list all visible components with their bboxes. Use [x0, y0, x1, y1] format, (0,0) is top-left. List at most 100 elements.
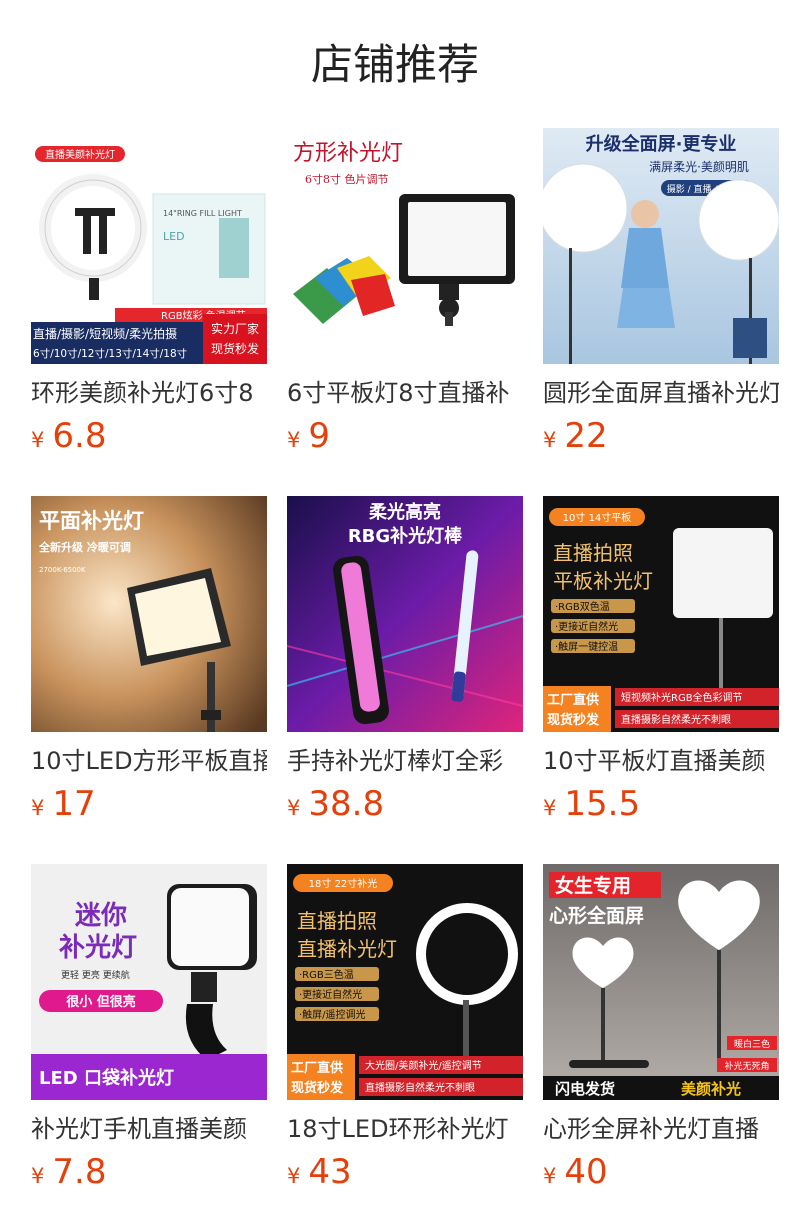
product-card[interactable]: 平面补光灯 全新升级 冷暖可调 2700K-6500K 10寸LED方形平板直播… [31, 496, 267, 836]
store-recommendations-page: 店铺推荐 直播美颜补光灯 14"RING FILL LIGHT LED RGB炫… [0, 0, 790, 1232]
image-promo-2: 现货秒发 [211, 341, 259, 356]
product-name[interactable]: 补光灯手机直播美颜 [31, 1112, 267, 1146]
product-image-light-wand[interactable]: 柔光高亮 RBG补光灯棒 [287, 496, 523, 732]
product-name[interactable]: 心形全屏补光灯直播 [543, 1112, 779, 1146]
image-feature-2: ·更接近自然光 [299, 988, 362, 1001]
product-price: ¥40 [543, 1152, 608, 1192]
image-headline-2: 心形全面屏 [549, 904, 644, 927]
image-factory: 工厂直供 [291, 1060, 343, 1076]
image-strip-2: 直播摄影自然柔光不刺眼 [365, 1081, 475, 1094]
currency-symbol: ¥ [31, 1164, 45, 1188]
currency-symbol: ¥ [31, 796, 45, 820]
currency-symbol: ¥ [543, 428, 557, 452]
image-headline-1: 女生专用 [555, 874, 631, 897]
image-headline: 升级全面屏·更专业 [586, 133, 737, 155]
product-card[interactable]: 迷你 补光灯 更轻 更亮 更续航 很小 但很亮 LED 口袋补光灯 补光灯手机直… [31, 864, 267, 1204]
product-price: ¥17 [31, 784, 96, 824]
image-ship: 现货秒发 [547, 712, 600, 728]
image-strip-1: 短视频补光RGB全色彩调节 [621, 691, 743, 704]
product-name[interactable]: 手持补光灯棒灯全彩 [287, 744, 523, 778]
image-strip-1: 大光圈/美颜补光/遥控调节 [365, 1059, 482, 1072]
price-value: 22 [564, 416, 608, 456]
image-feature-2: ·更接近自然光 [555, 620, 618, 633]
currency-symbol: ¥ [287, 1164, 301, 1188]
product-price: ¥22 [543, 416, 608, 456]
product-card[interactable]: 升级全面屏·更专业 满屏柔光·美颜明肌 摄影 / 直播 / 短视频 圆形全面屏直… [543, 128, 779, 468]
image-factory: 工厂直供 [547, 692, 599, 708]
product-price: ¥7.8 [31, 1152, 106, 1192]
image-line-2: RBG补光灯棒 [348, 525, 463, 547]
currency-symbol: ¥ [543, 796, 557, 820]
image-headline: 方形补光灯 [293, 141, 403, 166]
image-bottom-left: 闪电发货 [555, 1080, 615, 1098]
image-features: 直播/摄影/短视频/柔光拍摄 [33, 326, 177, 341]
image-sizes: 6寸/10寸/12寸/13寸/14寸/18寸 [33, 347, 187, 360]
product-name[interactable]: 圆形全面屏直播补光灯 [543, 376, 779, 410]
price-value: 38.8 [308, 784, 385, 824]
image-tag: 10寸 14寸平板 [563, 511, 632, 524]
price-value: 6.8 [52, 416, 107, 456]
image-tag: 直播美颜补光灯 [45, 148, 115, 161]
image-tag: 18寸 22寸补光 [309, 877, 378, 890]
image-headline-1: 直播拍照 [297, 909, 377, 933]
image-feature-3: ·触屏一键控温 [555, 640, 618, 653]
image-subline: 6寸8寸 色片调节 [305, 172, 389, 186]
price-value: 17 [52, 784, 96, 824]
image-headline-1: 直播拍照 [553, 541, 633, 565]
product-name[interactable]: 6寸平板灯8寸直播补 [287, 376, 523, 410]
image-headline-2: 平板补光灯 [553, 569, 653, 593]
currency-symbol: ¥ [31, 428, 45, 452]
currency-symbol: ¥ [287, 428, 301, 452]
image-subline: 全新升级 冷暖可调 [38, 540, 131, 554]
product-card[interactable]: 女生专用 心形全面屏 暖白三色 补光无死角 闪电发货 美颜补光 心形全屏补光灯直 [543, 864, 779, 1204]
image-line-1: 柔光高亮 [369, 501, 441, 523]
product-price: ¥6.8 [31, 416, 106, 456]
price-value: 7.8 [52, 1152, 107, 1192]
product-price: ¥43 [287, 1152, 352, 1192]
product-name[interactable]: 环形美颜补光灯6寸8 [31, 376, 267, 410]
image-badge-1: 暖白三色 [734, 1038, 770, 1050]
image-headline-2: 补光灯 [59, 933, 137, 963]
price-value: 15.5 [564, 784, 641, 824]
image-spec: 2700K-6500K [39, 566, 86, 574]
product-name[interactable]: 10寸平板灯直播美颜 [543, 744, 779, 778]
page-title: 店铺推荐 [310, 40, 479, 89]
image-features: 更轻 更亮 更续航 [61, 969, 130, 981]
product-image-flat-panel[interactable]: 平面补光灯 全新升级 冷暖可调 2700K-6500K [31, 496, 267, 732]
image-ship: 现货秒发 [291, 1080, 344, 1096]
product-image-round-light-model[interactable]: 升级全面屏·更专业 满屏柔光·美颜明肌 摄影 / 直播 / 短视频 [543, 128, 779, 364]
image-headline-1: 迷你 [75, 901, 127, 931]
image-badge-2: 补光无死角 [724, 1060, 769, 1072]
image-feature-1: ·RGB三色温 [299, 968, 354, 981]
box-text: 14"RING FILL LIGHT [163, 209, 242, 218]
price-value: 9 [308, 416, 331, 456]
product-image-18-inch-ring[interactable]: 18寸 22寸补光 直播拍照 直播补光灯 ·RGB三色温 ·更接近自然光 ·触屏… [287, 864, 523, 1100]
image-promo-1: 实力厂家 [211, 321, 259, 336]
currency-symbol: ¥ [543, 1164, 557, 1188]
product-image-heart-light[interactable]: 女生专用 心形全面屏 暖白三色 补光无死角 闪电发货 美颜补光 [543, 864, 779, 1100]
product-image-tablet-light[interactable]: 10寸 14寸平板 直播拍照 平板补光灯 ·RGB双色温 ·更接近自然光 ·触屏… [543, 496, 779, 732]
image-feature-1: ·RGB双色温 [555, 600, 610, 613]
product-card[interactable]: 柔光高亮 RBG补光灯棒 手持补光灯棒灯全彩 ¥38.8 [287, 496, 523, 836]
product-name[interactable]: 18寸LED环形补光灯 [287, 1112, 523, 1146]
product-image-square-panel[interactable]: 方形补光灯 6寸8寸 色片调节 [287, 128, 523, 364]
price-value: 43 [308, 1152, 352, 1192]
image-pill: 很小 但很亮 [66, 994, 136, 1010]
product-price: ¥9 [287, 416, 330, 456]
product-price: ¥15.5 [543, 784, 640, 824]
product-image-mini-light[interactable]: 迷你 补光灯 更轻 更亮 更续航 很小 但很亮 LED 口袋补光灯 [31, 864, 267, 1100]
image-banner: LED 口袋补光灯 [39, 1067, 174, 1089]
image-subline: 满屏柔光·美颜明肌 [649, 159, 749, 174]
product-card[interactable]: 方形补光灯 6寸8寸 色片调节 6寸平板灯8寸直播补 ¥9 [287, 128, 523, 468]
product-price: ¥38.8 [287, 784, 384, 824]
product-card[interactable]: 10寸 14寸平板 直播拍照 平板补光灯 ·RGB双色温 ·更接近自然光 ·触屏… [543, 496, 779, 836]
image-headline-2: 直播补光灯 [297, 937, 397, 961]
currency-symbol: ¥ [287, 796, 301, 820]
product-card[interactable]: 18寸 22寸补光 直播拍照 直播补光灯 ·RGB三色温 ·更接近自然光 ·触屏… [287, 864, 523, 1204]
product-name[interactable]: 10寸LED方形平板直播 [31, 744, 267, 778]
image-strip-2: 直播摄影自然柔光不刺眼 [621, 713, 731, 726]
image-feature-3: ·触屏/遥控调光 [299, 1008, 366, 1021]
image-bottom-right: 美颜补光 [681, 1080, 741, 1098]
product-card[interactable]: 直播美颜补光灯 14"RING FILL LIGHT LED RGB炫彩 色温调… [31, 128, 267, 468]
product-image-ring-light[interactable]: 直播美颜补光灯 14"RING FILL LIGHT LED RGB炫彩 色温调… [31, 128, 267, 364]
